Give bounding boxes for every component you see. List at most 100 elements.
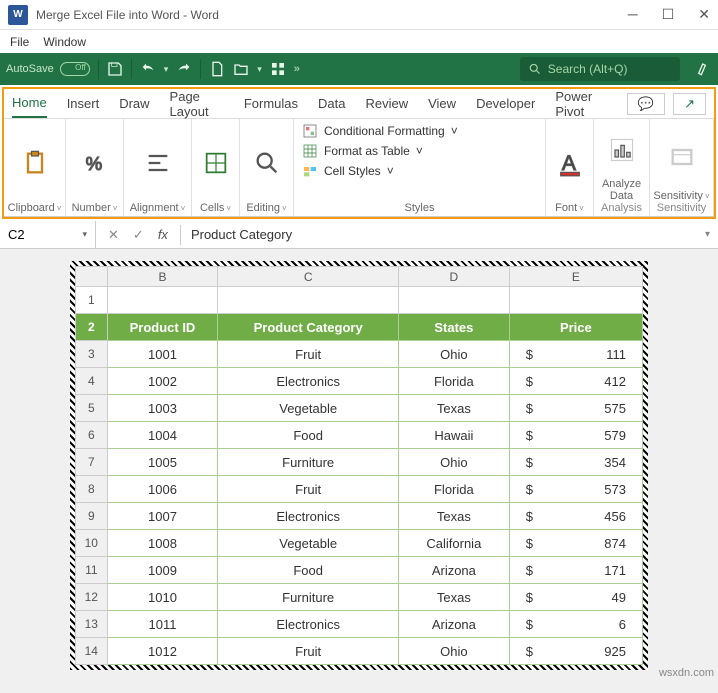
embedded-object-frame[interactable]: B C D E 1 2 Product ID Product Category …	[70, 261, 648, 670]
cell-category[interactable]: Fruit	[218, 638, 399, 665]
cancel-icon[interactable]: ✕	[108, 227, 119, 243]
cell-state[interactable]: Texas	[399, 584, 510, 611]
cell-state[interactable]: Ohio	[399, 638, 510, 665]
row-header[interactable]: 10	[76, 530, 108, 557]
format-as-table-button[interactable]: Format as Table ˅	[302, 143, 537, 159]
col-header-b[interactable]: B	[107, 267, 218, 287]
row-header[interactable]: 1	[76, 287, 108, 314]
cell[interactable]	[218, 287, 399, 314]
cell[interactable]	[399, 287, 510, 314]
chevron-down-icon[interactable]: ˅	[113, 204, 118, 213]
chevron-down-icon[interactable]: ˅	[57, 204, 62, 213]
chevron-down-icon[interactable]: ˅	[579, 204, 584, 213]
header-cell[interactable]: Product ID	[107, 314, 218, 341]
row-header[interactable]: 6	[76, 422, 108, 449]
cell-product-id[interactable]: 1007	[107, 503, 218, 530]
cell-product-id[interactable]: 1006	[107, 476, 218, 503]
cell-category[interactable]: Furniture	[218, 584, 399, 611]
open-dropdown[interactable]: ▾	[257, 64, 262, 75]
cell-product-id[interactable]: 1002	[107, 368, 218, 395]
cell-category[interactable]: Food	[218, 422, 399, 449]
cell-state[interactable]: Arizona	[399, 611, 510, 638]
fx-icon[interactable]: fx	[158, 227, 168, 242]
tab-developer[interactable]: Developer	[476, 90, 535, 117]
search-input[interactable]	[548, 62, 672, 76]
header-cell[interactable]: Product Category	[218, 314, 399, 341]
row-header[interactable]: 13	[76, 611, 108, 638]
row-header[interactable]: 4	[76, 368, 108, 395]
tab-home[interactable]: Home	[12, 89, 47, 118]
cell-state[interactable]: California	[399, 530, 510, 557]
cell-category[interactable]: Electronics	[218, 368, 399, 395]
col-header-c[interactable]: C	[218, 267, 399, 287]
tab-formulas[interactable]: Formulas	[244, 90, 298, 117]
row-header[interactable]: 3	[76, 341, 108, 368]
embedded-spreadsheet[interactable]: B C D E 1 2 Product ID Product Category …	[75, 266, 643, 665]
app-grid-icon[interactable]	[270, 61, 286, 77]
cell-category[interactable]: Furniture	[218, 449, 399, 476]
percent-icon[interactable]: %	[81, 149, 109, 177]
cells-icon[interactable]	[202, 149, 230, 177]
cell[interactable]	[509, 287, 642, 314]
cell-category[interactable]: Food	[218, 557, 399, 584]
col-header-e[interactable]: E	[509, 267, 642, 287]
cell-price[interactable]: $171	[509, 557, 642, 584]
undo-icon[interactable]	[140, 61, 156, 77]
cell-category[interactable]: Electronics	[218, 611, 399, 638]
qat-overflow[interactable]: »	[294, 63, 300, 75]
row-header[interactable]: 11	[76, 557, 108, 584]
cell-product-id[interactable]: 1010	[107, 584, 218, 611]
format-painter-icon[interactable]	[696, 60, 712, 79]
select-all-corner[interactable]	[76, 267, 108, 287]
cell-state[interactable]: Florida	[399, 476, 510, 503]
cell-state[interactable]: Texas	[399, 395, 510, 422]
cell-product-id[interactable]: 1012	[107, 638, 218, 665]
header-cell[interactable]: States	[399, 314, 510, 341]
cell-product-id[interactable]: 1003	[107, 395, 218, 422]
cell-styles-button[interactable]: Cell Styles ˅	[302, 163, 537, 179]
row-header[interactable]: 2	[76, 314, 108, 341]
header-cell[interactable]: Price	[509, 314, 642, 341]
cell-price[interactable]: $456	[509, 503, 642, 530]
new-file-icon[interactable]	[209, 61, 225, 77]
cell-state[interactable]: Florida	[399, 368, 510, 395]
cell-category[interactable]: Fruit	[218, 476, 399, 503]
cell-state[interactable]: Hawaii	[399, 422, 510, 449]
cell-category[interactable]: Vegetable	[218, 395, 399, 422]
cell-product-id[interactable]: 1005	[107, 449, 218, 476]
cell-product-id[interactable]: 1009	[107, 557, 218, 584]
cell-product-id[interactable]: 1001	[107, 341, 218, 368]
tab-data[interactable]: Data	[318, 90, 345, 117]
clipboard-icon[interactable]	[21, 149, 49, 177]
col-header-d[interactable]: D	[399, 267, 510, 287]
cell-category[interactable]: Fruit	[218, 341, 399, 368]
save-icon[interactable]	[107, 61, 123, 77]
cell-price[interactable]: $111	[509, 341, 642, 368]
tab-review[interactable]: Review	[365, 90, 408, 117]
cell-state[interactable]: Arizona	[399, 557, 510, 584]
cell-state[interactable]: Texas	[399, 503, 510, 530]
cell[interactable]	[107, 287, 218, 314]
chevron-down-icon[interactable]: ˅	[226, 204, 231, 213]
row-header[interactable]: 8	[76, 476, 108, 503]
redo-icon[interactable]	[176, 61, 192, 77]
tab-view[interactable]: View	[428, 90, 456, 117]
row-header[interactable]: 14	[76, 638, 108, 665]
chevron-down-icon[interactable]: ˅	[282, 204, 287, 213]
conditional-formatting-button[interactable]: Conditional Formatting ˅	[302, 123, 537, 139]
close-button[interactable]: ✕	[698, 6, 710, 23]
name-box[interactable]: C2 ▾	[0, 221, 96, 248]
cell-price[interactable]: $874	[509, 530, 642, 557]
toggle-off-icon[interactable]	[60, 62, 90, 76]
undo-dropdown[interactable]: ▾	[164, 64, 169, 75]
row-header[interactable]: 12	[76, 584, 108, 611]
maximize-button[interactable]: ☐	[662, 6, 675, 23]
cell-price[interactable]: $575	[509, 395, 642, 422]
search-box[interactable]	[520, 57, 680, 81]
share-button[interactable]: ↗	[673, 93, 706, 115]
tab-power-pivot[interactable]: Power Pivot	[555, 83, 607, 125]
open-icon[interactable]	[233, 61, 249, 77]
cell-price[interactable]: $925	[509, 638, 642, 665]
row-header[interactable]: 5	[76, 395, 108, 422]
cell-product-id[interactable]: 1008	[107, 530, 218, 557]
